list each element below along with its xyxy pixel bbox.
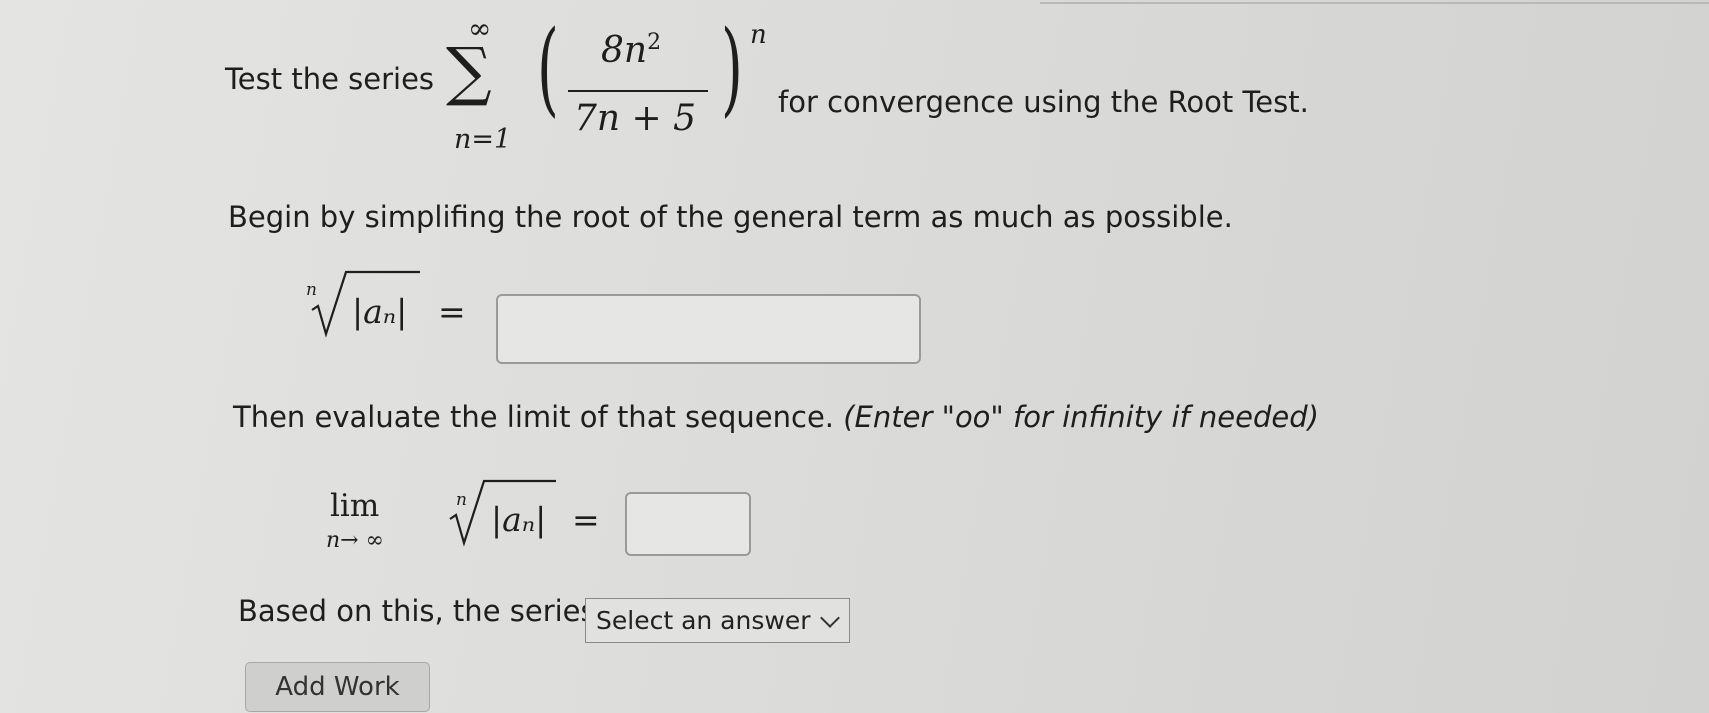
- step1-instruction: Begin by simplifing the root of the gene…: [228, 200, 1233, 234]
- question-intro: Test the series: [225, 62, 435, 96]
- outer-exponent: n: [750, 20, 767, 50]
- numerator-power: 2: [647, 30, 662, 55]
- convergence-select[interactable]: Select an answer: [585, 598, 850, 643]
- chevron-down-icon: [820, 608, 840, 628]
- step2-instruction: Then evaluate the limit of that sequence…: [233, 400, 1319, 434]
- lim-word: lim: [330, 488, 380, 524]
- fraction-bar: [568, 90, 708, 92]
- step2-answer-input[interactable]: [625, 492, 751, 556]
- numerator-base: 8n: [601, 30, 648, 71]
- step1-radicand: |aₙ|: [352, 292, 408, 331]
- step3-label: Based on this, the series: [238, 594, 596, 628]
- step2-equals: =: [572, 500, 600, 539]
- step1-answer-input[interactable]: [496, 294, 921, 364]
- left-paren: (: [536, 9, 559, 128]
- step1-equals: =: [438, 292, 466, 331]
- step2-instruction-plain: Then evaluate the limit of that sequence…: [233, 400, 835, 434]
- top-divider: [1040, 2, 1709, 4]
- sigma-symbol: ∑: [446, 35, 492, 109]
- step2-instruction-italic: (Enter "oo" for infinity if needed): [843, 400, 1319, 434]
- fraction-numerator: 8n2: [601, 30, 661, 71]
- sum-lower-limit: n=1: [454, 124, 512, 155]
- add-work-button[interactable]: Add Work: [245, 662, 430, 712]
- question-after-text: for convergence using the Root Test.: [778, 85, 1309, 119]
- fraction-denominator: 7n + 5: [574, 98, 697, 139]
- lim-subscript: n→ ∞: [326, 528, 384, 553]
- convergence-select-value: Select an answer: [596, 606, 811, 635]
- step2-radicand: |aₙ|: [491, 500, 547, 539]
- right-paren: ): [720, 9, 743, 128]
